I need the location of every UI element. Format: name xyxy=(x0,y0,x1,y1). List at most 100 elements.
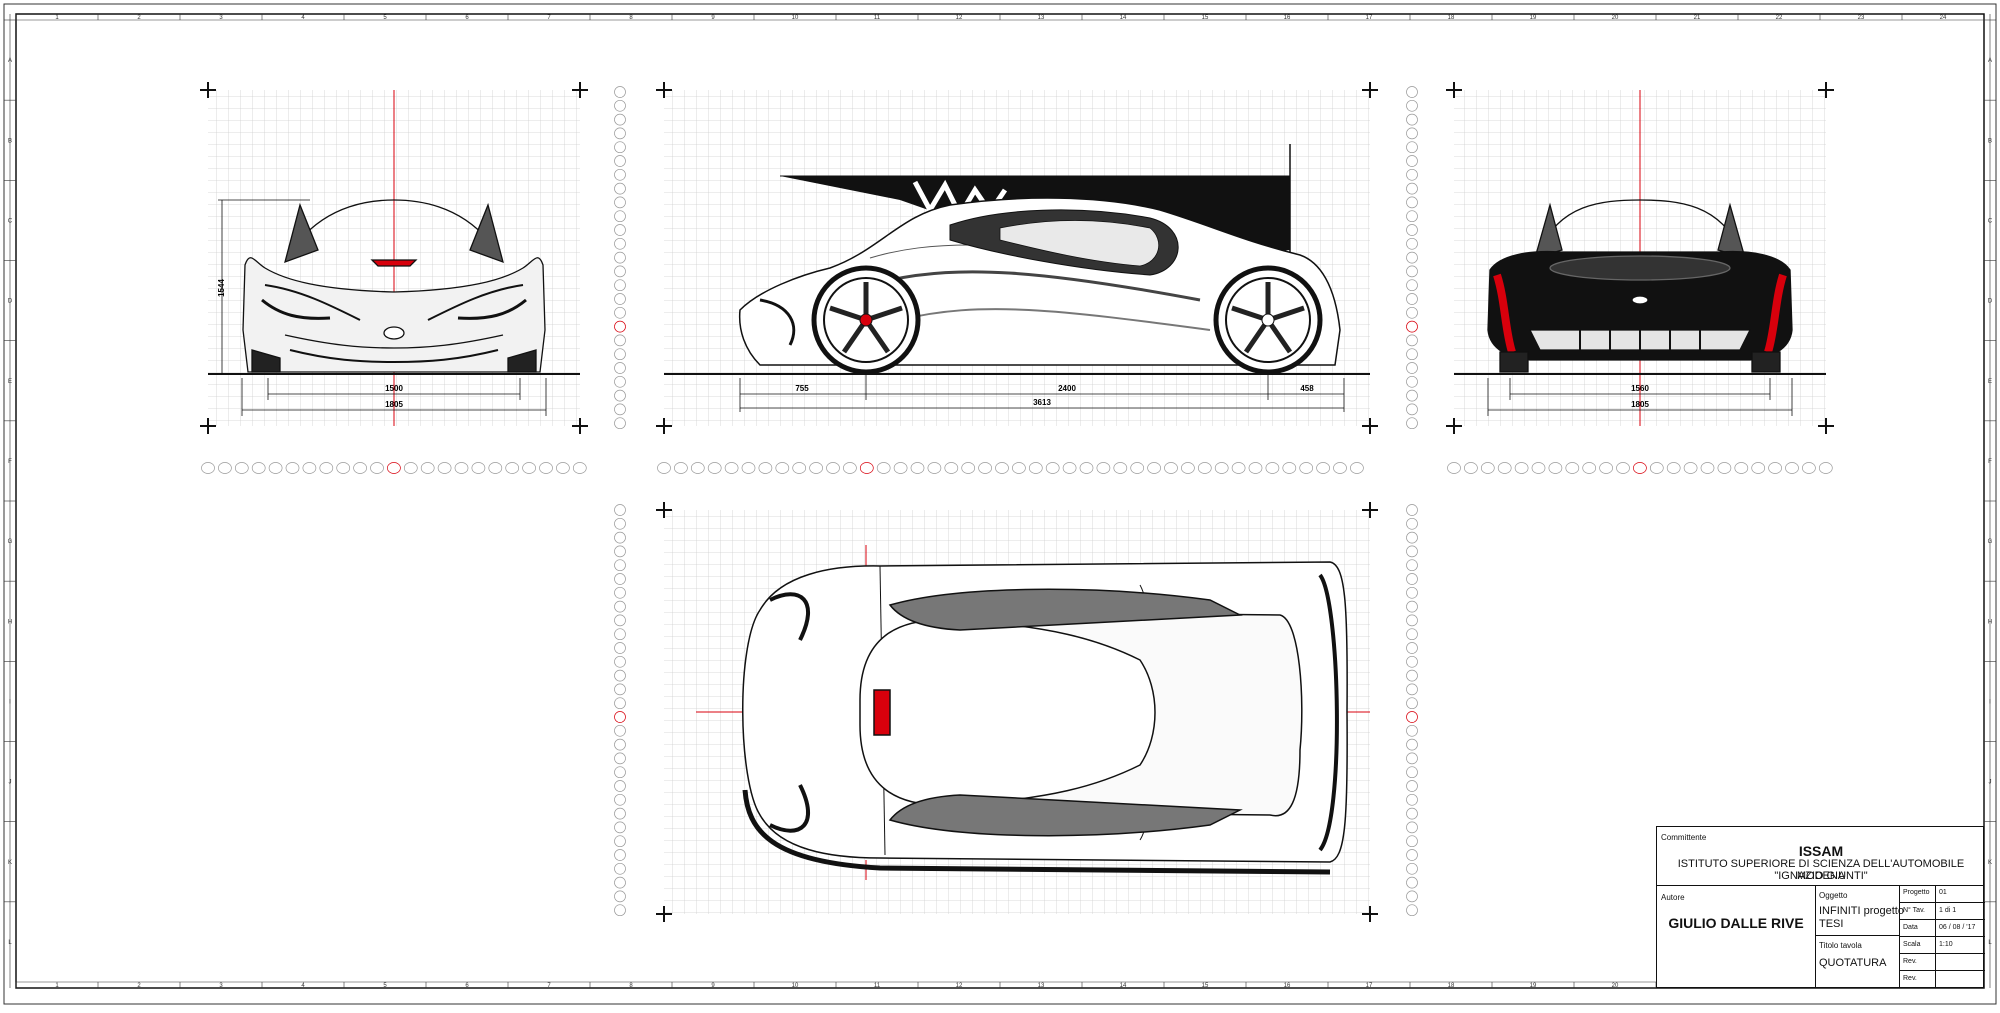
scale-marker xyxy=(387,462,401,474)
scale-marker xyxy=(614,559,626,572)
scale-marker xyxy=(614,849,626,861)
row-label: C xyxy=(8,218,13,224)
title-block-field-row: Scala 1:10 xyxy=(1899,936,1985,953)
scale-marker xyxy=(1265,462,1280,474)
title-block-field-label: Data xyxy=(1903,924,1918,931)
scale-marker xyxy=(614,279,626,292)
row-label: E xyxy=(1988,379,1992,385)
side-front-overhang-dim: 755 xyxy=(795,384,809,393)
title-block-fields: Progetto 01 N° Tav. 1 di 1 Data 06 / 08 / '17… xyxy=(1899,885,1985,987)
row-label: H xyxy=(1988,619,1992,625)
column-label: 10 xyxy=(792,15,799,21)
scale-marker xyxy=(1062,462,1077,474)
scale-marker xyxy=(910,462,925,474)
scale-marker xyxy=(614,362,626,374)
scale-marker xyxy=(1214,462,1229,474)
row-label: D xyxy=(1988,299,1993,305)
scale-marker xyxy=(1406,86,1418,98)
scale-marker xyxy=(614,752,626,765)
scale-marker xyxy=(1406,642,1418,654)
rear-width-dim: 1805 xyxy=(1631,400,1649,409)
scale-marker xyxy=(614,306,626,319)
title-block-field-label: N° Tav. xyxy=(1903,907,1925,914)
column-label: 13 xyxy=(1038,15,1045,21)
oggetto-line2: TESI xyxy=(1819,918,1844,930)
scale-marker xyxy=(1406,821,1418,834)
row-label: A xyxy=(8,58,12,64)
scale-marker xyxy=(614,862,626,875)
row-label: I xyxy=(9,699,11,705)
front-height-dim: 1544 xyxy=(217,279,226,297)
row-label: A xyxy=(1988,58,1992,64)
scale-marker xyxy=(614,683,626,696)
scale-marker xyxy=(1406,904,1418,917)
title-block: Committente ISSAM ISTITUTO SUPERIORE DI … xyxy=(1656,826,1985,988)
scale-marker xyxy=(471,462,486,474)
top-view xyxy=(656,502,1378,922)
scale-marker xyxy=(843,462,857,474)
column-label: 19 xyxy=(1530,15,1537,21)
scale-marker xyxy=(1531,462,1546,474)
scale-marker xyxy=(614,821,626,834)
scale-marker xyxy=(251,462,266,474)
scale-marker xyxy=(454,462,469,474)
scale-marker xyxy=(1197,462,1212,474)
front-view: 1544 1500 1805 xyxy=(200,82,588,434)
scale-marker xyxy=(674,462,688,474)
scale-marker xyxy=(614,614,626,627)
column-label: 13 xyxy=(1038,983,1045,989)
row-label: B xyxy=(8,138,12,144)
scale-marker xyxy=(1130,462,1145,474)
title-block-field-value: 1 di 1 xyxy=(1939,907,1957,914)
scale-marker xyxy=(614,251,626,264)
scale-marker xyxy=(1028,462,1043,474)
scale-marker xyxy=(1406,724,1418,737)
column-label: 12 xyxy=(956,15,963,21)
scale-marker xyxy=(1406,807,1418,820)
scale-marker xyxy=(614,628,626,641)
front-track-dim: 1500 xyxy=(385,384,403,393)
side-rear-overhang-dim: 458 xyxy=(1300,384,1314,393)
scale-marker xyxy=(614,738,626,751)
column-label: 11 xyxy=(874,15,881,21)
scale-marker xyxy=(1406,876,1418,889)
scale-marker xyxy=(234,462,249,474)
rear-track-dim: 1560 xyxy=(1631,384,1649,393)
scale-marker xyxy=(1406,531,1418,544)
column-label: 16 xyxy=(1284,15,1291,21)
scale-marker xyxy=(1406,669,1418,682)
scale-marker xyxy=(1406,417,1418,430)
scale-marker xyxy=(614,237,626,250)
scale-marker xyxy=(556,462,570,474)
scale-marker xyxy=(1406,127,1418,140)
scale-marker xyxy=(1096,462,1111,474)
column-label: 16 xyxy=(1284,983,1291,989)
scale-marker xyxy=(1406,155,1418,167)
scale-marker xyxy=(1406,517,1418,530)
scale-marker xyxy=(1406,835,1418,848)
scale-marker xyxy=(724,462,739,474)
scale-marker xyxy=(1282,462,1297,474)
scale-marker xyxy=(336,462,351,474)
drawing-sheet: 1 1 2 2 3 3 4 4 5 5 6 6 7 7 8 8 9 9 10 10 11 11 12 12 13 13 14 14 15… xyxy=(0,0,2000,1008)
scale-marker xyxy=(614,224,626,236)
scale-marker xyxy=(572,462,587,474)
titolo-value: QUOTATURA xyxy=(1819,957,1887,969)
scale-marker xyxy=(1406,614,1418,627)
scale-marker xyxy=(1181,462,1195,474)
scale-marker xyxy=(1406,738,1418,751)
scale-marker xyxy=(614,155,626,167)
scale-marker xyxy=(961,462,976,474)
oggetto-line1: INFINITI progetto xyxy=(1819,905,1904,917)
top-car-drawing xyxy=(742,561,1348,875)
scale-marker xyxy=(1299,462,1314,474)
scale-marker xyxy=(1406,545,1418,558)
column-label: 20 xyxy=(1612,15,1619,21)
column-label: 21 xyxy=(1694,15,1701,21)
scale-marker xyxy=(1565,462,1580,474)
scale-marker xyxy=(1700,462,1715,474)
scale-marker xyxy=(1633,462,1647,474)
scale-marker xyxy=(1406,849,1418,861)
scale-marker xyxy=(707,462,722,474)
scale-marker xyxy=(1406,293,1418,305)
